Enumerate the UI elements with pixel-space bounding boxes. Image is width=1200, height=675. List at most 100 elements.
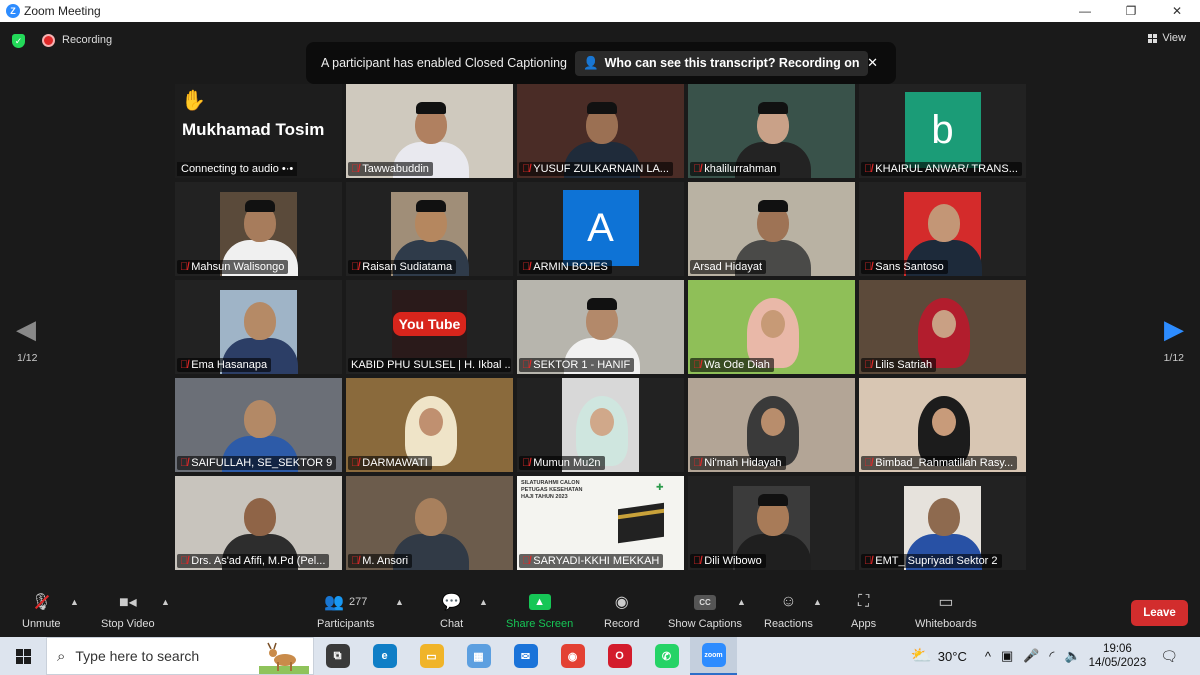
clock-time: 19:06 — [1103, 643, 1132, 655]
unmute-button[interactable]: 🎙 Unmute — [22, 591, 61, 630]
participant-name-tag: 🎙̸ Raisan Sudiatama — [348, 260, 457, 274]
speaker-icon[interactable]: 🔈 — [1064, 648, 1080, 664]
participant-tile[interactable]: 🎙̸ Tawwabuddin — [346, 84, 513, 178]
chat-options-chevron-icon[interactable]: ▲ — [479, 597, 488, 607]
captions-options-chevron-icon[interactable]: ▲ — [737, 597, 746, 607]
participant-tile[interactable]: 🎙̸ SAIFULLAH, SE_SEKTOR 9 — [175, 378, 342, 472]
share-screen-button[interactable]: ▲ Share Screen — [506, 591, 573, 630]
taskbar-app-store[interactable]: ▦ — [455, 637, 502, 675]
muted-mic-icon: 🎙̸ — [864, 457, 873, 469]
taskbar-app-chrome[interactable]: ◉ — [549, 637, 596, 675]
taskbar-app-file-explorer[interactable]: ▭ — [408, 637, 455, 675]
microphone-icon[interactable]: 🎤 — [1023, 648, 1039, 664]
taskbar-app-opera[interactable]: O — [596, 637, 643, 675]
participant-tile[interactable]: 🎙̸ YUSUF ZULKARNAIN LA... — [517, 84, 684, 178]
muted-mic-icon: 🎙̸ — [351, 261, 360, 273]
participant-tile[interactable]: 🎙̸ M. Ansori — [346, 476, 513, 570]
start-button[interactable] — [0, 637, 46, 675]
participant-tile[interactable]: 🎙̸ Drs. As'ad Afifi, M.Pd (Pel... — [175, 476, 342, 570]
participant-name: Raisan Sudiatama — [362, 261, 453, 273]
participant-tile[interactable]: Arsad Hidayat — [688, 182, 855, 276]
taskbar-app-edge[interactable]: e — [361, 637, 408, 675]
reactions-options-chevron-icon[interactable]: ▲ — [813, 597, 822, 607]
record-button[interactable]: ◉ Record — [604, 591, 639, 630]
windows-logo-icon — [15, 648, 31, 664]
network-icon[interactable]: ◜ — [1049, 648, 1054, 664]
previous-page-arrow-icon[interactable]: ◀ — [16, 314, 36, 345]
participant-tile[interactable]: ✋ Mukhamad Tosim Connecting to audio •·• — [175, 84, 342, 178]
leave-button[interactable]: Leave — [1131, 600, 1188, 626]
transcript-info-button[interactable]: 👤 Who can see this transcript? Recording… — [575, 50, 868, 76]
audio-status: Connecting to audio •·• — [177, 162, 298, 176]
participant-tile[interactable]: 🎙̸ EMT_ Supriyadi Sektor 2 — [859, 476, 1026, 570]
reactions-button[interactable]: ☺ Reactions — [764, 591, 813, 630]
windows-taskbar: ⌕ Type here to search ⧉ e ▭ ▦ ✉ ◉ O ✆ zoom ⛅ 30°… — [0, 637, 1200, 675]
next-page-arrow-icon[interactable]: ▶ — [1164, 314, 1184, 345]
restore-button[interactable]: ❐ — [1108, 0, 1154, 22]
participant-tile[interactable]: SILATURAHMI CALON PETUGAS KESEHATAN HAJI… — [517, 476, 684, 570]
meeting-toolbar: 🎙 Unmute ▲ ■◂ Stop Video ▲ 👥277 Particip… — [0, 587, 1200, 637]
participant-tile[interactable]: 🎙̸ Ema Hasanapa — [175, 280, 342, 374]
participant-tile[interactable]: 🎙̸ Ni'mah Hidayah — [688, 378, 855, 472]
video-options-chevron-icon[interactable]: ▲ — [161, 597, 170, 607]
share-screen-icon: ▲ — [528, 594, 551, 610]
participants-button[interactable]: 👥 277 Participants — [317, 591, 374, 630]
chrome-icon: ◉ — [560, 644, 585, 668]
close-window-button[interactable]: ✕ — [1154, 0, 1200, 22]
participant-tile[interactable]: A 🎙̸ ARMIN BOJES — [517, 182, 684, 276]
participant-name: Mahsun Walisongo — [191, 261, 285, 273]
participant-tile[interactable]: 🎙̸ Raisan Sudiatama — [346, 182, 513, 276]
muted-mic-icon: 🎙̸ — [351, 457, 360, 469]
participants-icon: 👥 — [324, 594, 345, 611]
close-banner-button[interactable]: ✕ — [867, 55, 878, 71]
muted-mic-icon: 🎙̸ — [180, 359, 189, 371]
audio-options-chevron-icon[interactable]: ▲ — [70, 597, 79, 607]
captioning-banner: A participant has enabled Closed Caption… — [306, 42, 896, 84]
stop-video-button[interactable]: ■◂ Stop Video — [101, 591, 155, 630]
show-captions-button[interactable]: CC Show Captions — [668, 591, 742, 630]
participant-tile[interactable]: 🎙̸ Wa Ode Diah — [688, 280, 855, 374]
apps-button[interactable]: ⛶ Apps — [851, 591, 876, 630]
participant-name: EMT_ Supriyadi Sektor 2 — [875, 555, 998, 567]
taskbar-app-whatsapp[interactable]: ✆ — [643, 637, 690, 675]
meet-now-icon[interactable]: ▣ — [1001, 648, 1013, 664]
participant-name: khalilurrahman — [704, 163, 777, 175]
encryption-shield-icon[interactable]: ✓ — [12, 34, 25, 48]
view-button[interactable]: View — [1148, 32, 1186, 44]
taskbar-app-mail[interactable]: ✉ — [502, 637, 549, 675]
minimize-button[interactable]: — — [1062, 0, 1108, 22]
taskbar-search-box[interactable]: ⌕ Type here to search — [46, 637, 314, 675]
taskbar-app-task-view[interactable]: ⧉ — [314, 637, 361, 675]
video-camera-icon: ■◂ — [118, 594, 137, 611]
participant-tile[interactable]: 🎙̸ DARMAWATI — [346, 378, 513, 472]
participant-name-tag: Arsad Hidayat — [690, 260, 767, 274]
chat-button[interactable]: 💬 Chat — [440, 591, 463, 630]
participant-tile[interactable]: 🎙̸ Mahsun Walisongo — [175, 182, 342, 276]
participant-tile[interactable]: 🎙̸ Bimbad_Rahmatillah Rasy... — [859, 378, 1026, 472]
participant-tile[interactable]: 🎙̸ Sans Santoso — [859, 182, 1026, 276]
muted-mic-icon: 🎙̸ — [351, 555, 360, 567]
smiley-plus-icon: ☺ — [780, 593, 797, 610]
participant-name: SEKTOR 1 - HANIF — [533, 359, 631, 371]
grid-view-icon — [1148, 33, 1158, 43]
record-icon: ◉ — [614, 594, 629, 611]
temperature-label[interactable]: 30°C — [938, 649, 967, 664]
clock[interactable]: 19:06 14/05/2023 — [1089, 642, 1147, 670]
muted-mic-icon: 🎙̸ — [522, 163, 531, 175]
participant-tile[interactable]: 🎙̸ khalilurrahman — [688, 84, 855, 178]
taskbar-app-zoom[interactable]: zoom — [690, 637, 737, 675]
participants-options-chevron-icon[interactable]: ▲ — [395, 597, 404, 607]
participant-tile[interactable]: 🎙̸ SEKTOR 1 - HANIF — [517, 280, 684, 374]
participant-tile[interactable]: 🎙̸ Dili Wibowo — [688, 476, 855, 570]
participant-tile[interactable]: 🎙̸ Mumun Mu2n — [517, 378, 684, 472]
taskbar-apps: ⧉ e ▭ ▦ ✉ ◉ O ✆ zoom — [314, 637, 737, 675]
tray-overflow-chevron-icon[interactable]: ^ — [985, 649, 991, 664]
participant-tile[interactable]: 🎙̸ Lilis Satriah — [859, 280, 1026, 374]
notifications-icon[interactable]: 🗨 — [1160, 648, 1178, 665]
participant-tile[interactable]: b 🎙̸ KHAIRUL ANWAR/ TRANS... — [859, 84, 1026, 178]
whiteboards-button[interactable]: ▭ Whiteboards — [915, 591, 977, 630]
participant-name: Bimbad_Rahmatillah Rasy... — [875, 457, 1014, 469]
participant-tile[interactable]: You Tube KABID PHU SULSEL | H. Ikbal ... — [346, 280, 513, 374]
meeting-area: ✓ Recording View A participant has enabl… — [0, 22, 1200, 587]
participants-count: 277 — [349, 596, 368, 608]
